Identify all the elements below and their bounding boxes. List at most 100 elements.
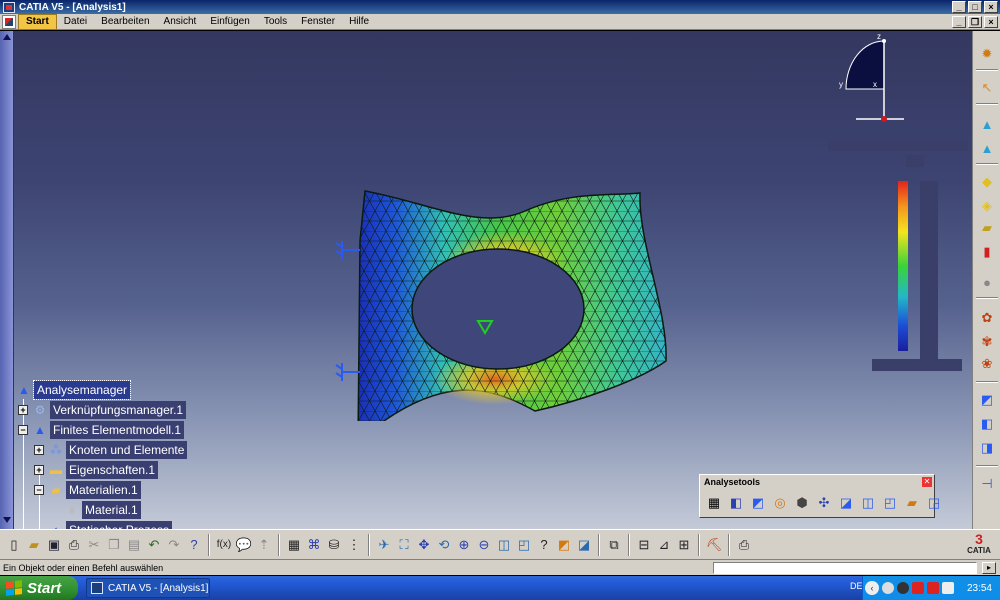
doc-close-button[interactable]: ×	[984, 16, 998, 28]
tree-icon[interactable]: ⋮	[344, 534, 364, 556]
settings-gear-icon[interactable]: ✹	[978, 45, 996, 63]
expand-toggle[interactable]: +	[18, 405, 28, 415]
deformed-mesh-icon[interactable]: ◧	[978, 415, 996, 433]
volume-icon[interactable]	[942, 582, 954, 594]
menu-einfuegen[interactable]: Einfügen	[203, 15, 256, 29]
catia-app-icon[interactable]	[3, 1, 15, 13]
grid-icon[interactable]: ▦	[284, 534, 304, 556]
pan-icon[interactable]: ✥	[414, 534, 434, 556]
info-icon[interactable]: ◪	[836, 493, 856, 513]
tree-item-material[interactable]: ● Material.1	[64, 501, 141, 519]
tree-item-knoten-und-elemente[interactable]: ⁂ Knoten und Elemente	[48, 441, 188, 459]
stress-icon[interactable]: ◨	[978, 439, 996, 457]
catalog-icon[interactable]: ⧉	[604, 534, 624, 556]
tree-item-eigenschaften[interactable]: ▬ Eigenschaften.1	[48, 461, 159, 479]
save-icon[interactable]: ▣	[44, 534, 64, 556]
inertia-icon[interactable]: ⊞	[674, 534, 694, 556]
sensor-icon[interactable]: ◲	[924, 493, 944, 513]
doc-minimize-button[interactable]: _	[952, 16, 966, 28]
expand-toggle[interactable]: +	[34, 465, 44, 475]
document-icon[interactable]	[2, 14, 16, 29]
cut-plane-icon[interactable]: ◩	[748, 493, 768, 513]
new-document-icon[interactable]: ▯	[4, 534, 24, 556]
hide-show-icon[interactable]: ?	[534, 534, 554, 556]
analysis-tools-toolbar[interactable]: Analysetools ✕ ▦ ◧ ◩ ◎ ⬢ ✣ ◪ ◫ ◰ ▰ ◲	[699, 474, 940, 518]
comment-icon[interactable]: 💬	[234, 534, 254, 556]
analysis-workbench-icon[interactable]: ⛏	[704, 534, 724, 556]
print-icon[interactable]: ⎙	[64, 534, 84, 556]
workbench-icon[interactable]: ⌘	[304, 534, 324, 556]
maximize-button[interactable]: □	[968, 1, 982, 13]
traffic-light-icon[interactable]: ▮	[978, 243, 996, 261]
menu-start[interactable]: Start	[18, 13, 57, 30]
clamp-icon[interactable]: ▲	[978, 139, 996, 157]
cut-icon[interactable]: ✂	[84, 534, 104, 556]
tree-item-statischer-prozess[interactable]: ▲ Statischer Prozess	[48, 521, 173, 529]
expand-toggle[interactable]: +	[34, 445, 44, 455]
zoom-out-icon[interactable]: ⊖	[474, 534, 494, 556]
measure-item-icon[interactable]: ⊿	[654, 534, 674, 556]
tray-expand-icon[interactable]: ‹	[865, 581, 879, 595]
shading-icon[interactable]: ◪	[574, 534, 594, 556]
restraint-icon[interactable]: ▲	[978, 115, 996, 133]
extrema-icon[interactable]: ✣	[814, 493, 834, 513]
iso-view-icon[interactable]: ◰	[514, 534, 534, 556]
sphere-icon[interactable]: ●	[978, 273, 996, 291]
lock-icon[interactable]: ⛁	[324, 534, 344, 556]
image-capture-icon[interactable]: ⎙	[734, 534, 754, 556]
menu-fenster[interactable]: Fenster	[294, 15, 342, 29]
start-button[interactable]: Start	[0, 576, 78, 600]
adaptivity-icon[interactable]: ❀	[978, 355, 996, 373]
tree-item-analysemanager[interactable]: ▲ Analysemanager	[16, 380, 132, 400]
swap-space-icon[interactable]: ◩	[554, 534, 574, 556]
parameter-icon[interactable]: ⇡	[254, 534, 274, 556]
fly-mode-icon[interactable]: ✈	[374, 534, 394, 556]
collapse-toggle[interactable]: −	[18, 425, 28, 435]
tree-item-verknuepfungsmanager[interactable]: ⚙ Verknüpfungsmanager.1	[32, 401, 187, 419]
tray-icon-2[interactable]	[897, 582, 909, 594]
close-button[interactable]: ×	[984, 1, 998, 13]
image-layout-icon[interactable]: ◫	[858, 493, 878, 513]
open-folder-icon[interactable]: ▰	[24, 534, 44, 556]
select-arrow-icon[interactable]: ↖	[978, 79, 996, 97]
sensor-tool-icon[interactable]: ⊣	[978, 475, 996, 493]
fit-all-icon[interactable]: ⛶	[394, 534, 414, 556]
simplify-icon[interactable]: ◰	[880, 493, 900, 513]
whats-this-icon[interactable]: ?	[184, 534, 204, 556]
layer-icon[interactable]: ▰	[978, 219, 996, 237]
surface-icon[interactable]: ◈	[978, 197, 996, 215]
tray-icon-1[interactable]	[882, 582, 894, 594]
scroll-up-icon[interactable]	[3, 34, 11, 40]
image-icon[interactable]: ◩	[978, 391, 996, 409]
tree-item-finites-elementmodell[interactable]: ▲ Finites Elementmodell.1	[32, 421, 185, 439]
compute-all-icon[interactable]: ✾	[978, 333, 996, 351]
doc-restore-button[interactable]: ❐	[968, 16, 982, 28]
zoom-in-icon[interactable]: ⊕	[454, 534, 474, 556]
menu-ansicht[interactable]: Ansicht	[157, 15, 204, 29]
analysis-tools-close-button[interactable]: ✕	[922, 477, 932, 487]
command-input[interactable]	[713, 562, 977, 574]
menu-bearbeiten[interactable]: Bearbeiten	[94, 15, 156, 29]
measure-icon[interactable]: ⊟	[634, 534, 654, 556]
tree-scrollbar[interactable]	[0, 31, 14, 529]
fem-mesh-part[interactable]	[320, 151, 680, 421]
3d-viewport[interactable]: z y x ▲ Analysemanager + ⚙ Verknüpfungsm…	[0, 31, 1000, 529]
menu-datei[interactable]: Datei	[57, 15, 94, 29]
table-icon[interactable]: ▦	[704, 493, 724, 513]
animate-icon[interactable]: ◧	[726, 493, 746, 513]
redo-icon[interactable]: ↷	[164, 534, 184, 556]
taskbar-item-catia[interactable]: CATIA V5 - [Analysis1]	[86, 578, 210, 598]
clamp-restraint-icons[interactable]	[335, 241, 360, 381]
tree-item-materialien[interactable]: ▰ Materialien.1	[48, 481, 141, 499]
menu-hilfe[interactable]: Hilfe	[342, 15, 376, 29]
scroll-down-icon[interactable]	[3, 517, 11, 523]
command-dropdown-button[interactable]: ▸	[982, 562, 996, 574]
language-indicator[interactable]: DE	[850, 581, 863, 591]
security-alert-icon[interactable]	[912, 582, 924, 594]
compute-icon[interactable]: ✿	[978, 309, 996, 327]
report-icon[interactable]: ▰	[902, 493, 922, 513]
normal-view-icon[interactable]: ◫	[494, 534, 514, 556]
copy-icon[interactable]: ❐	[104, 534, 124, 556]
menu-tools[interactable]: Tools	[257, 15, 294, 29]
tray-icon-4[interactable]	[927, 582, 939, 594]
